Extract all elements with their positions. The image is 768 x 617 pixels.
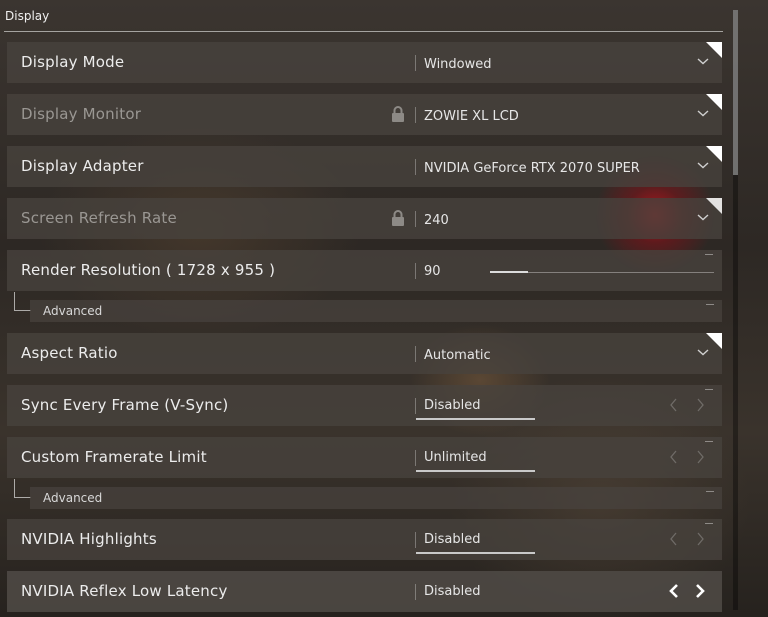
display-adapter-label: Display Adapter (21, 157, 144, 175)
nvidia-highlights-value[interactable]: Disabled (424, 531, 480, 549)
vsync-label: Sync Every Frame (V-Sync) (21, 396, 229, 414)
row-marker (705, 523, 713, 524)
arrow-left-icon (670, 398, 677, 412)
display-mode-label: Display Mode (21, 53, 125, 71)
display-mode-row[interactable]: Display Mode Windowed (7, 42, 722, 83)
row-divider (415, 584, 416, 600)
nvidia-highlights-label: NVIDIA Highlights (21, 530, 157, 548)
nvidia-highlights-row[interactable]: NVIDIA Highlights Disabled (7, 519, 722, 560)
render-advanced-row[interactable]: Advanced (30, 300, 722, 322)
row-divider (415, 346, 416, 362)
section-divider (4, 31, 723, 32)
nvidia-reflex-arrows[interactable] (668, 583, 712, 599)
row-marker (705, 389, 713, 390)
row-divider (415, 55, 416, 71)
arrow-right-icon (697, 532, 704, 546)
row-marker (705, 441, 713, 442)
scrollbar-thumb[interactable] (733, 10, 738, 175)
row-divider (415, 450, 416, 466)
nvidia-reflex-value[interactable]: Disabled (424, 583, 480, 601)
tree-connector (14, 479, 31, 498)
nvidia-highlights-arrows[interactable] (668, 531, 712, 547)
framerate-advanced-row[interactable]: Advanced (30, 487, 722, 509)
arrow-left-icon (670, 450, 677, 464)
framerate-advanced-label: Advanced (43, 491, 103, 505)
display-adapter-row[interactable]: Display Adapter NVIDIA GeForce RTX 2070 … (7, 146, 722, 187)
display-monitor-value[interactable]: ZOWIE XL LCD (424, 108, 519, 126)
row-marker (705, 254, 713, 255)
framerate-limit-value[interactable]: Unlimited (424, 449, 487, 467)
row-divider (415, 398, 416, 414)
arrow-left-icon (670, 532, 677, 546)
vsync-row[interactable]: Sync Every Frame (V-Sync) Disabled (7, 385, 722, 426)
vsync-value[interactable]: Disabled (424, 397, 480, 415)
render-resolution-value[interactable]: 90 (424, 263, 441, 281)
corner-marker (706, 198, 722, 214)
arrow-right-icon (696, 584, 705, 598)
nvidia-reflex-label: NVIDIA Reflex Low Latency (21, 582, 228, 600)
framerate-limit-underline (416, 470, 535, 472)
row-divider (415, 107, 416, 123)
aspect-ratio-value[interactable]: Automatic (424, 347, 491, 365)
lock-icon (392, 106, 404, 122)
render-resolution-row[interactable]: Render Resolution ( 1728 x 955 ) 90 (7, 250, 722, 291)
nvidia-highlights-underline (416, 552, 535, 554)
display-adapter-value[interactable]: NVIDIA GeForce RTX 2070 SUPER (424, 160, 640, 178)
framerate-limit-label: Custom Framerate Limit (21, 448, 207, 466)
row-divider (415, 159, 416, 175)
refresh-rate-row[interactable]: Screen Refresh Rate 240 (7, 198, 722, 239)
render-resolution-slider-fill[interactable] (490, 271, 528, 273)
display-monitor-label: Display Monitor (21, 105, 142, 123)
row-marker (706, 304, 714, 305)
aspect-ratio-row[interactable]: Aspect Ratio Automatic (7, 333, 722, 374)
framerate-limit-arrows[interactable] (668, 449, 712, 465)
row-divider (415, 263, 416, 279)
framerate-limit-row[interactable]: Custom Framerate Limit Unlimited (7, 437, 722, 478)
row-marker (706, 491, 714, 492)
vsync-underline (416, 418, 535, 420)
corner-marker (706, 94, 722, 110)
corner-marker (706, 42, 722, 58)
display-mode-value[interactable]: Windowed (424, 56, 492, 74)
refresh-rate-label: Screen Refresh Rate (21, 209, 177, 227)
arrow-left-icon (669, 584, 678, 598)
row-divider (415, 532, 416, 548)
corner-marker (706, 146, 722, 162)
lock-icon (392, 210, 404, 226)
nvidia-reflex-row[interactable]: NVIDIA Reflex Low Latency Disabled (7, 571, 722, 612)
render-resolution-label: Render Resolution ( 1728 x 955 ) (21, 261, 276, 279)
arrow-right-icon (697, 450, 704, 464)
display-monitor-row[interactable]: Display Monitor ZOWIE XL LCD (7, 94, 722, 135)
scrollbar[interactable] (733, 10, 738, 610)
tree-connector (14, 292, 31, 311)
row-divider (415, 211, 416, 227)
refresh-rate-value[interactable]: 240 (424, 212, 449, 230)
arrow-right-icon (697, 398, 704, 412)
vsync-arrows[interactable] (668, 397, 712, 413)
aspect-ratio-label: Aspect Ratio (21, 344, 118, 362)
render-advanced-label: Advanced (43, 304, 103, 318)
section-title: Display (5, 9, 50, 23)
corner-marker (706, 333, 722, 349)
